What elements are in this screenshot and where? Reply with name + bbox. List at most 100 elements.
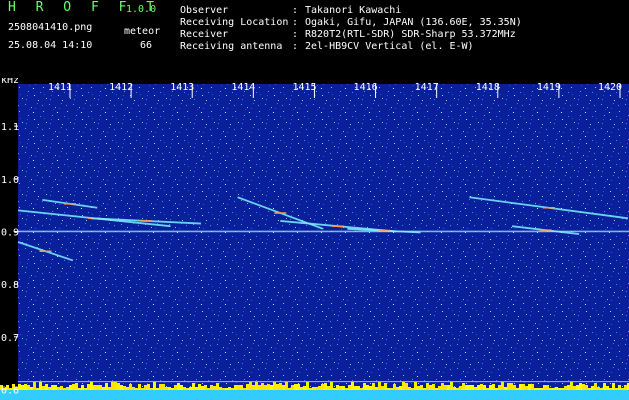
- baseline-bar: [381, 386, 384, 390]
- baseline-bar: [363, 383, 366, 390]
- x-tick-label: 1415: [292, 82, 316, 93]
- baseline-bar: [306, 382, 309, 390]
- x-tick-label: 1414: [231, 82, 255, 93]
- x-tick-label: 1413: [170, 82, 194, 93]
- baseline-bar: [516, 388, 519, 390]
- baseline-bar: [354, 386, 357, 390]
- x-tick-label: 1420: [598, 82, 622, 93]
- baseline-bar: [489, 385, 492, 390]
- baseline-bar: [624, 385, 627, 390]
- info-key-observer: Observer: [180, 5, 229, 16]
- baseline-bar: [525, 386, 528, 390]
- y-tick-label: 0.9: [1, 227, 19, 238]
- baseline-bar: [531, 384, 534, 390]
- baseline-bar: [261, 383, 264, 390]
- date-time: 25.08.04 14:10: [8, 40, 93, 51]
- baseline-bar: [357, 386, 360, 390]
- baseline-bar: [582, 384, 585, 390]
- baseline-bar: [84, 388, 87, 390]
- baseline-bar: [186, 388, 189, 390]
- baseline-bar: [69, 385, 72, 390]
- baseline-bar: [174, 385, 177, 390]
- baseline-bar: [72, 384, 75, 390]
- baseline-bar: [102, 387, 105, 390]
- baseline-bar: [165, 387, 168, 390]
- baseline-bar: [330, 382, 333, 390]
- info-value-receiver: R820T2(RTL-SDR) SDR-Sharp 53.372MHz: [305, 29, 516, 40]
- baseline-bar: [60, 386, 63, 390]
- baseline-bar: [450, 382, 453, 390]
- meteor-label: meteor: [124, 26, 161, 37]
- baseline-bar: [435, 388, 438, 390]
- baseline-bar: [546, 385, 549, 390]
- baseline-bar: [453, 387, 456, 390]
- baseline-bar: [519, 384, 522, 390]
- baseline-bar: [549, 388, 552, 390]
- baseline-bar: [255, 382, 258, 390]
- baseline-bar: [138, 384, 141, 390]
- baseline-bar: [33, 382, 36, 390]
- info-sep: :: [292, 5, 299, 16]
- baseline-bar: [270, 385, 273, 390]
- baseline-bar: [309, 388, 312, 390]
- baseline-bar: [240, 385, 243, 390]
- baseline-bar: [288, 388, 291, 390]
- baseline-bar: [120, 385, 123, 390]
- baseline-bar: [204, 385, 207, 390]
- baseline-bar: [300, 387, 303, 390]
- baseline-bar: [27, 385, 30, 390]
- baseline-bar: [528, 384, 531, 390]
- baseline-bar: [579, 383, 582, 390]
- baseline-bar: [588, 388, 591, 390]
- baseline-bar: [156, 388, 159, 390]
- baseline-bar: [231, 388, 234, 390]
- baseline-bar: [153, 382, 156, 390]
- baseline-bar: [78, 388, 81, 390]
- baseline-bar: [417, 386, 420, 390]
- info-value-antenna: 2el-HB9CV Vertical (el. E-W): [305, 41, 474, 52]
- baseline-bar: [615, 388, 618, 390]
- baseline-bar: [390, 388, 393, 390]
- baseline-bar: [483, 385, 486, 390]
- baseline-bar: [558, 388, 561, 390]
- baseline-bar: [597, 387, 600, 390]
- info-key-location: Receiving Location: [180, 17, 289, 28]
- baseline-bar: [375, 387, 378, 390]
- baseline-bar: [495, 388, 498, 390]
- info-sep: :: [292, 41, 299, 52]
- baseline-bar: [57, 387, 60, 390]
- baseline-bar: [444, 385, 447, 390]
- baseline-bar: [168, 387, 171, 390]
- baseline-bar: [135, 388, 138, 390]
- baseline-bar: [429, 385, 432, 390]
- baseline-bar: [405, 383, 408, 390]
- y-tick-label: 1.0: [1, 175, 19, 186]
- baseline-bar: [39, 382, 42, 390]
- baseline-bar: [207, 388, 210, 390]
- baseline-bar: [219, 387, 222, 390]
- baseline-bar: [573, 386, 576, 390]
- baseline-bar: [366, 385, 369, 390]
- baseline-bar: [591, 386, 594, 390]
- baseline-bar: [294, 384, 297, 390]
- baseline-bar: [360, 388, 363, 390]
- x-tick-label: 1419: [537, 82, 561, 93]
- baseline-bar: [303, 386, 306, 390]
- baseline-bar: [90, 382, 93, 390]
- baseline-bar: [243, 388, 246, 390]
- baseline-bar: [132, 387, 135, 390]
- baseline-bar: [471, 385, 474, 390]
- baseline-bar: [324, 383, 327, 390]
- baseline-bar: [81, 385, 84, 390]
- x-tick-label: 1417: [415, 82, 439, 93]
- baseline-bar: [534, 388, 537, 390]
- baseline-bar: [456, 388, 459, 390]
- baseline-bar: [600, 388, 603, 390]
- baseline-bar: [162, 384, 165, 390]
- baseline-bar: [522, 384, 525, 390]
- baseline-bar: [501, 382, 504, 390]
- baseline-bar: [621, 388, 624, 390]
- baseline-bar: [465, 385, 468, 390]
- info-value-location: Ogaki, Gifu, JAPAN (136.60E, 35.35N): [305, 17, 522, 28]
- baseline-bar: [510, 383, 513, 390]
